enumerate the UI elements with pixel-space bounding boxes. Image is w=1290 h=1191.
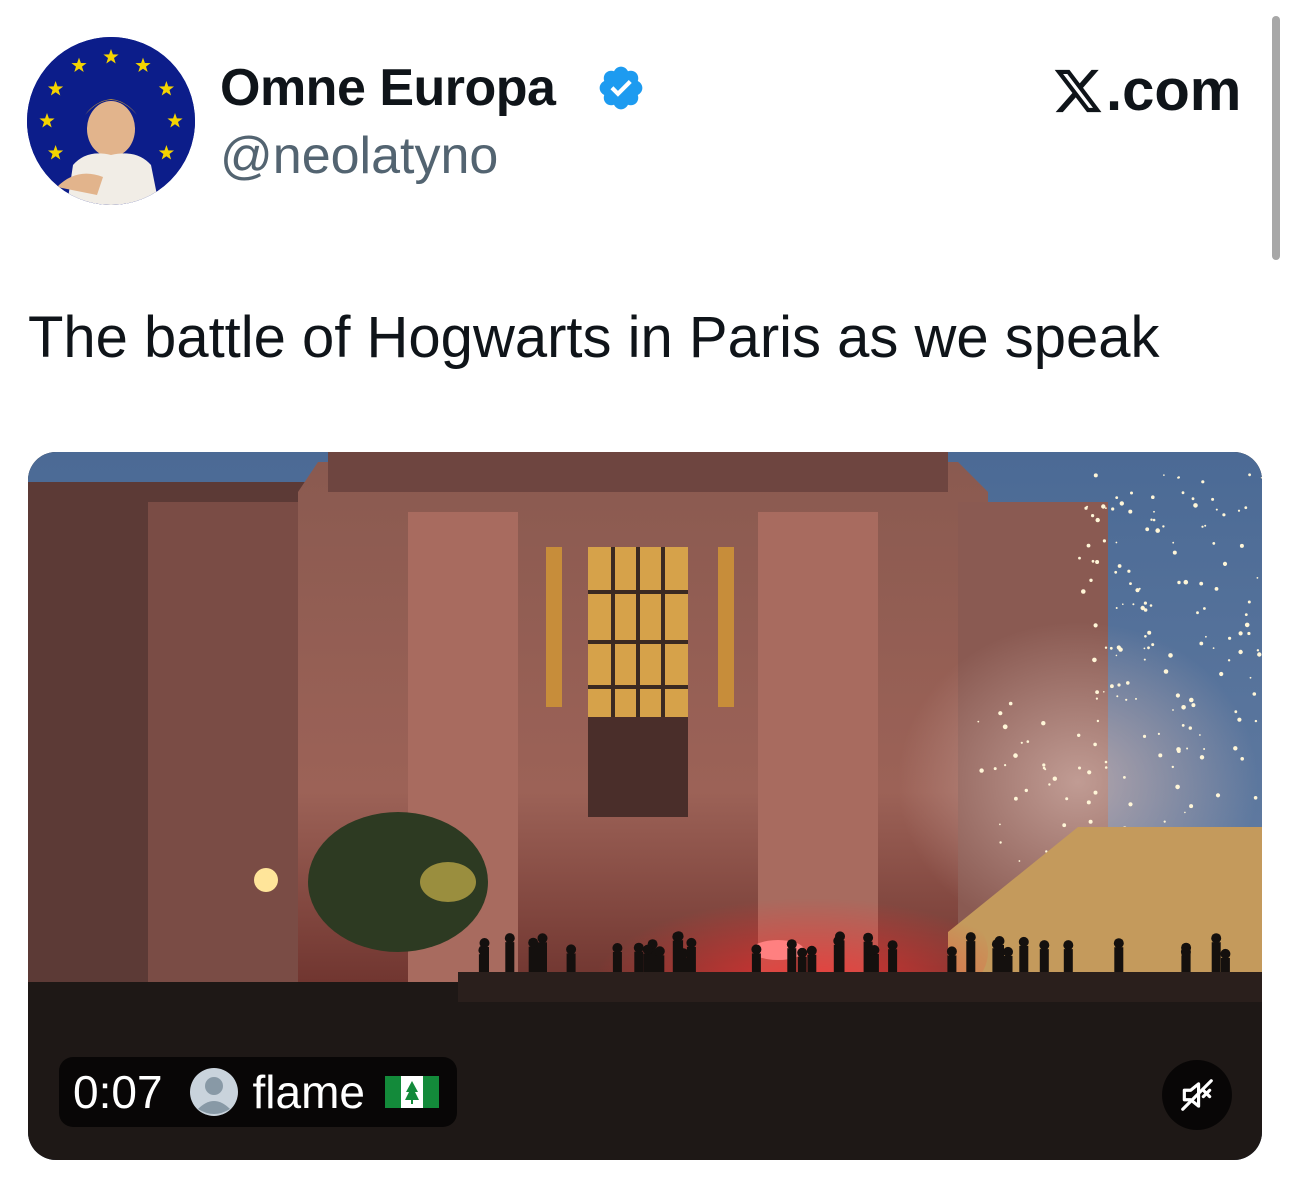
video-player[interactable]: 0:07 flame [28, 452, 1262, 1160]
video-duration: 0:07 [73, 1066, 163, 1118]
user-avatar-icon [189, 1068, 238, 1116]
tweet-text: The battle of Hogwarts in Paris as we sp… [28, 305, 1160, 370]
brand-label: .com [1106, 58, 1242, 123]
verified-badge-icon [599, 66, 643, 110]
x-logo-icon [1054, 69, 1102, 113]
video-frame [28, 452, 1262, 1160]
scrollbar[interactable] [1272, 16, 1280, 260]
speaker-muted-icon [1181, 1079, 1213, 1111]
author-handle[interactable]: @neolatyno [220, 126, 498, 186]
brand-link[interactable]: .com [1052, 56, 1241, 126]
mute-button[interactable] [1162, 1060, 1232, 1130]
uploader-name[interactable]: flame [253, 1065, 365, 1119]
author-name[interactable]: Omne Europa [220, 58, 556, 118]
norfolk-island-flag-icon [385, 1076, 440, 1108]
video-info-overlay: 0:07 flame [59, 1057, 458, 1127]
avatar[interactable] [27, 37, 195, 205]
